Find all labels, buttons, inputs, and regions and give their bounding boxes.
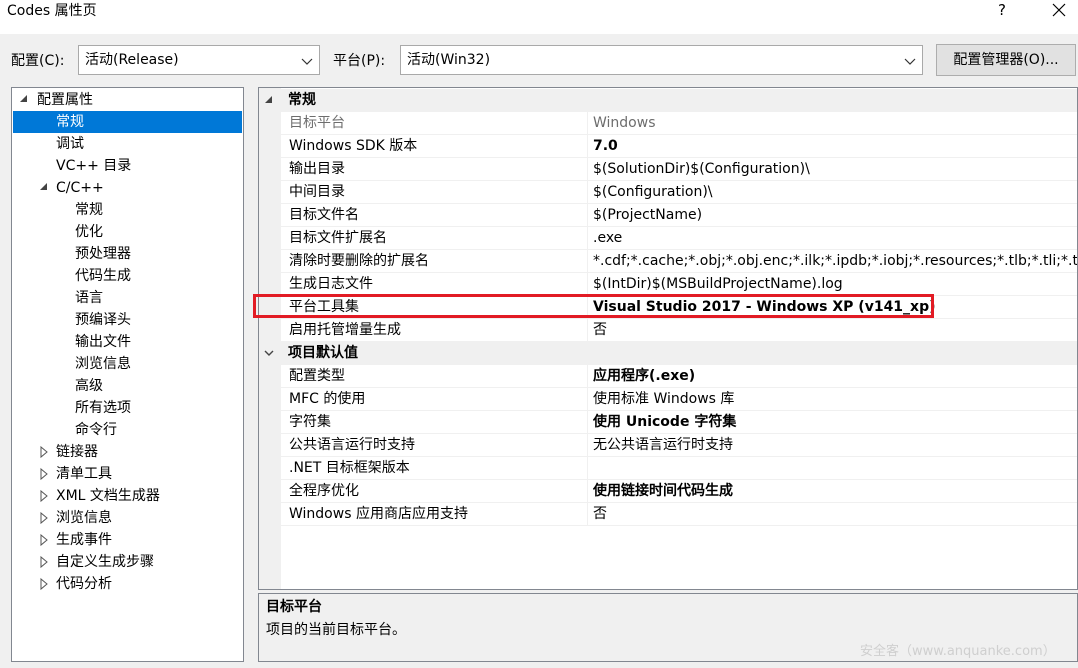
- property-row[interactable]: 目标平台 Windows: [281, 112, 1077, 135]
- tree-item-cpp-all-options[interactable]: 所有选项: [13, 397, 242, 419]
- help-button[interactable]: ?: [992, 0, 1012, 20]
- collapsed-triangle-icon: [40, 533, 48, 547]
- tree-item-cpp[interactable]: C/C++: [13, 177, 242, 199]
- expanded-triangle-icon: [20, 95, 27, 102]
- title-bar: Codes 属性页 ?: [0, 0, 1078, 34]
- category-general[interactable]: 常规: [259, 89, 1077, 112]
- property-row[interactable]: 全程序优化 使用链接时间代码生成: [281, 480, 1077, 503]
- collapsed-triangle-icon: [40, 555, 48, 569]
- tree-item-xml-doc-generator[interactable]: XML 文档生成器: [13, 485, 242, 507]
- category-project-defaults[interactable]: 项目默认值: [259, 342, 1077, 365]
- property-row[interactable]: 清除时要删除的扩展名 *.cdf;*.cache;*.obj;*.obj.enc…: [281, 250, 1077, 273]
- platform-select[interactable]: 活动(Win32): [400, 45, 923, 75]
- tree-item-build-events[interactable]: 生成事件: [13, 529, 242, 551]
- description-title: 目标平台: [266, 599, 322, 615]
- collapsed-triangle-icon: [40, 489, 48, 503]
- tree-item-manifest-tool[interactable]: 清单工具: [13, 463, 242, 485]
- property-row[interactable]: 字符集 使用 Unicode 字符集: [281, 411, 1077, 434]
- chevron-down-icon: [904, 58, 916, 65]
- tree-item-cpp-optimization[interactable]: 优化: [13, 221, 242, 243]
- tree-item-code-analysis[interactable]: 代码分析: [13, 573, 242, 595]
- tree-item-debugging[interactable]: 调试: [13, 133, 242, 155]
- property-row[interactable]: 目标文件名 $(ProjectName): [281, 204, 1077, 227]
- property-row[interactable]: 输出目录 $(SolutionDir)$(Configuration)\: [281, 158, 1077, 181]
- expanded-triangle-icon: [265, 96, 272, 103]
- tree-item-cpp-language[interactable]: 语言: [13, 287, 242, 309]
- grid-gutter: [259, 88, 281, 589]
- collapsed-triangle-icon: [40, 467, 48, 481]
- tree-item-cpp-precompiled-headers[interactable]: 预编译头: [13, 309, 242, 331]
- property-row[interactable]: 配置类型 应用程序(.exe): [281, 365, 1077, 388]
- tree-item-cpp-preprocessor[interactable]: 预处理器: [13, 243, 242, 265]
- tree-item-cpp-general[interactable]: 常规: [13, 199, 242, 221]
- config-label: 配置(C):: [11, 53, 65, 69]
- tree-item-cpp-browse-info[interactable]: 浏览信息: [13, 353, 242, 375]
- property-row[interactable]: MFC 的使用 使用标准 Windows 库: [281, 388, 1077, 411]
- property-tree[interactable]: 配置属性 常规 调试 VC++ 目录 C/C++ 常规 优化 预处理器 代码生成…: [11, 87, 244, 662]
- highlight-box: [253, 294, 934, 318]
- tree-item-cpp-command-line[interactable]: 命令行: [13, 419, 242, 441]
- tree-item-general[interactable]: 常规: [13, 111, 242, 133]
- property-row[interactable]: 启用托管增量生成 否: [281, 319, 1077, 342]
- expanded-triangle-icon: [40, 183, 47, 190]
- config-select-value: 活动(Release): [85, 52, 179, 68]
- chevron-down-icon: [264, 350, 274, 356]
- collapsed-triangle-icon: [40, 445, 48, 459]
- platform-select-value: 活动(Win32): [407, 52, 491, 68]
- property-row[interactable]: .NET 目标框架版本: [281, 457, 1077, 480]
- tree-item-cpp-output-files[interactable]: 输出文件: [13, 331, 242, 353]
- tree-item-browse-info[interactable]: 浏览信息: [13, 507, 242, 529]
- tree-item-cpp-advanced[interactable]: 高级: [13, 375, 242, 397]
- config-manager-button[interactable]: 配置管理器(O)...: [936, 44, 1076, 76]
- collapsed-triangle-icon: [40, 511, 48, 525]
- close-button[interactable]: [1047, 0, 1071, 20]
- tree-item-vc-directories[interactable]: VC++ 目录: [13, 155, 242, 177]
- tree-item-linker[interactable]: 链接器: [13, 441, 242, 463]
- description-text: 项目的当前目标平台。: [266, 622, 406, 638]
- property-row[interactable]: Windows SDK 版本 7.0: [281, 135, 1077, 158]
- chevron-down-icon: [301, 58, 313, 65]
- platform-label: 平台(P):: [333, 53, 386, 69]
- tree-item-custom-build-step[interactable]: 自定义生成步骤: [13, 551, 242, 573]
- collapsed-triangle-icon: [40, 577, 48, 591]
- property-row[interactable]: 生成日志文件 $(IntDir)$(MSBuildProjectName).lo…: [281, 273, 1077, 296]
- property-grid[interactable]: 常规 目标平台 Windows Windows SDK 版本 7.0 输出目录 …: [258, 87, 1078, 590]
- property-row[interactable]: 目标文件扩展名 .exe: [281, 227, 1077, 250]
- property-row[interactable]: 公共语言运行时支持 无公共语言运行时支持: [281, 434, 1077, 457]
- property-row[interactable]: 中间目录 $(Configuration)\: [281, 181, 1077, 204]
- tree-item-cpp-code-generation[interactable]: 代码生成: [13, 265, 242, 287]
- property-row[interactable]: Windows 应用商店应用支持 否: [281, 503, 1077, 526]
- config-select[interactable]: 活动(Release): [78, 45, 320, 75]
- close-icon: [1052, 3, 1066, 17]
- tree-item-config-properties[interactable]: 配置属性: [13, 89, 242, 111]
- window-title: Codes 属性页: [7, 3, 97, 19]
- watermark: 安全客（www.anquanke.com）: [860, 644, 1056, 659]
